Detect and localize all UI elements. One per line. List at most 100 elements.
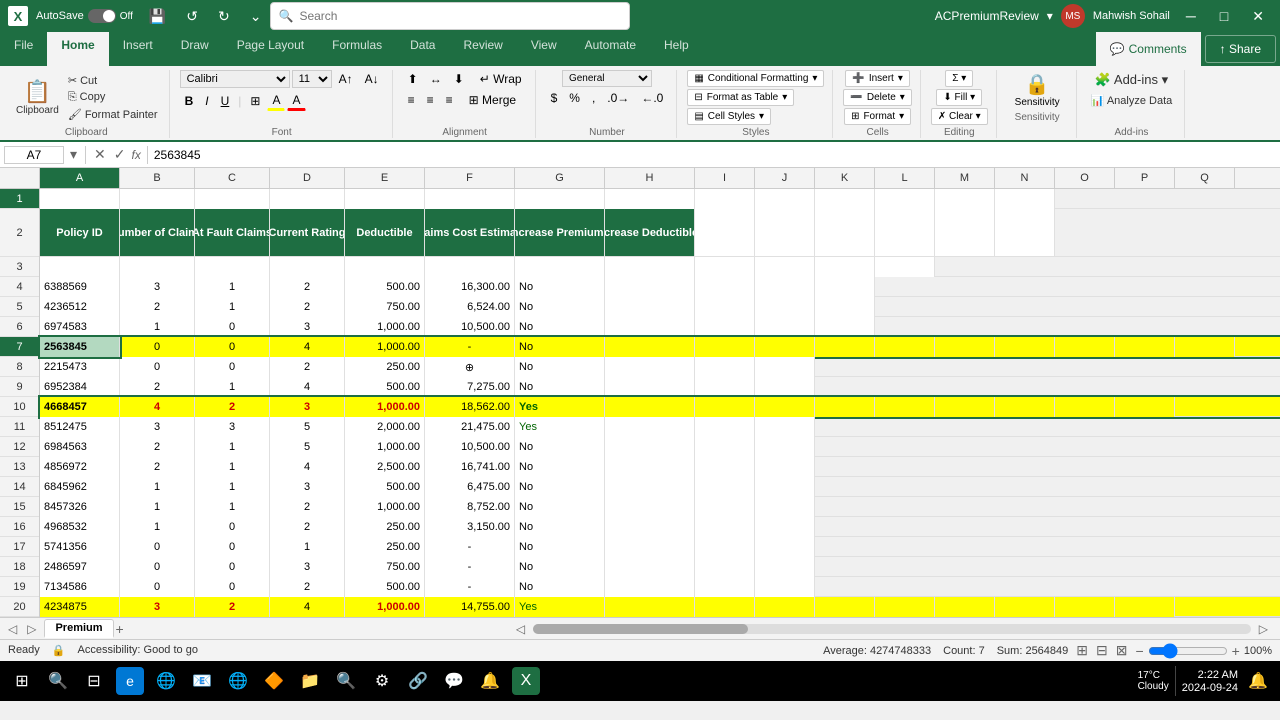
merge-center-btn[interactable]: ⊞ Merge [464,91,521,109]
col-header-o[interactable]: O [1055,168,1115,188]
cell-h7[interactable] [605,337,695,357]
cell-f15[interactable]: 8,752.00 [425,497,515,517]
cell-i5[interactable] [695,297,755,317]
cell-j2[interactable] [755,209,815,256]
name-box-dropdown[interactable]: ▾ [68,146,79,163]
cell-d1[interactable] [270,189,345,209]
tab-data[interactable]: Data [396,32,449,66]
cell-g11[interactable]: Yes [515,417,605,437]
cell-f16[interactable]: 3,150.00 [425,517,515,537]
excel-taskbar-btn[interactable]: X [512,667,540,695]
cell-a7[interactable]: 2563845 [40,337,120,357]
cell-l3[interactable] [875,257,935,277]
outlook-btn[interactable]: 📧 [188,667,216,695]
cell-g16[interactable]: No [515,517,605,537]
confirm-formula-btn[interactable]: ✓ [112,146,128,163]
cell-f5[interactable]: 6,524.00 [425,297,515,317]
cell-e20[interactable]: 1,000.00 [345,597,425,617]
cell-d4[interactable]: 2 [270,277,345,297]
cell-d8[interactable]: 2 [270,357,345,377]
paste-button[interactable]: 📋Clipboard [12,77,63,118]
cell-b6[interactable]: 1 [120,317,195,337]
fill-color-button[interactable]: A [267,91,285,111]
page-layout-view-btn[interactable]: ⊟ [1096,642,1108,659]
cell-q10[interactable] [1115,397,1175,417]
percent-btn[interactable]: % [564,89,585,107]
row-header-6[interactable]: 6 [0,317,39,337]
align-center-btn[interactable]: ≡ [422,91,439,109]
row-header-1[interactable]: 1 [0,189,39,209]
cell-n1[interactable] [995,189,1055,209]
cell-i13[interactable] [695,457,755,477]
tab-view[interactable]: View [517,32,571,66]
row-header-15[interactable]: 15 [0,497,39,517]
cell-i8[interactable] [695,357,755,377]
app6-btn[interactable]: 📁 [296,667,324,695]
cell-b10[interactable]: 4 [120,397,195,417]
cell-e17[interactable]: 250.00 [345,537,425,557]
h-scroll-right[interactable]: ▷ [1255,622,1272,636]
tab-comments[interactable]: 💬Comments [1096,32,1201,66]
cell-b15[interactable]: 1 [120,497,195,517]
minimize-button[interactable]: ─ [1178,6,1204,26]
tab-page-layout[interactable]: Page Layout [223,32,318,66]
notification-btn[interactable]: 🔔 [1244,667,1272,695]
cell-i4[interactable] [695,277,755,297]
cell-g4[interactable]: No [515,277,605,297]
h-scrollbar-thumb[interactable] [533,624,748,634]
cut-button[interactable]: ✂ Cut [65,73,161,88]
cell-k18[interactable] [755,557,815,577]
cell-a17[interactable]: 5741356 [40,537,120,557]
cell-a8[interactable]: 2215473 [40,357,120,377]
cell-a4[interactable]: 6388569 [40,277,120,297]
cell-c1[interactable] [195,189,270,209]
app7-btn[interactable]: 🔍 [332,667,360,695]
cell-a9[interactable]: 6952384 [40,377,120,397]
cell-k11[interactable] [755,417,815,437]
tab-help[interactable]: Help [650,32,703,66]
col-header-h[interactable]: H [605,168,695,188]
cell-e6[interactable]: 1,000.00 [345,317,425,337]
cancel-formula-btn[interactable]: ✕ [92,146,108,163]
fill-btn[interactable]: ⬇ Fill ▾ [936,89,982,106]
row-header-9[interactable]: 9 [0,377,39,397]
cell-h14[interactable] [605,477,695,497]
cell-g7[interactable]: No [515,337,605,357]
cell-j6[interactable] [755,317,815,337]
cell-d19[interactable]: 2 [270,577,345,597]
row-header-13[interactable]: 13 [0,457,39,477]
col-header-e[interactable]: E [345,168,425,188]
tab-file[interactable]: File [0,32,47,66]
cond-format-dropdown[interactable]: ▾ [812,73,817,84]
cell-a15[interactable]: 8457326 [40,497,120,517]
cell-k15[interactable] [755,497,815,517]
cell-c14[interactable]: 1 [195,477,270,497]
cell-h1[interactable] [605,189,695,209]
cell-g12[interactable]: No [515,437,605,457]
row-header-18[interactable]: 18 [0,557,39,577]
cell-f9[interactable]: 7,275.00 [425,377,515,397]
cell-h3[interactable] [605,257,695,277]
cell-p10[interactable] [1055,397,1115,417]
cell-d17[interactable]: 1 [270,537,345,557]
cell-m20[interactable] [875,597,935,617]
cell-a5[interactable]: 4236512 [40,297,120,317]
cell-f19[interactable]: - [425,577,515,597]
tab-draw[interactable]: Draw [167,32,223,66]
cell-b4[interactable]: 3 [120,277,195,297]
cell-n10[interactable] [935,397,995,417]
cell-k2[interactable] [815,209,875,256]
cell-c2-header[interactable]: At Fault Claims [195,209,270,256]
restore-button[interactable]: □ [1212,6,1236,26]
cell-i18[interactable] [695,557,755,577]
cell-g5[interactable]: No [515,297,605,317]
cell-k14[interactable] [755,477,815,497]
page-break-view-btn[interactable]: ⊠ [1116,642,1128,659]
app5-btn[interactable]: 🔶 [260,667,288,695]
cell-b12[interactable]: 2 [120,437,195,457]
format-as-table-btn[interactable]: ⊟ Format as Table ▾ [687,89,794,106]
tab-automate[interactable]: Automate [571,32,650,66]
cell-e8[interactable]: 250.00 [345,357,425,377]
align-right-btn[interactable]: ≡ [441,91,458,109]
formula-input[interactable] [154,148,1276,162]
